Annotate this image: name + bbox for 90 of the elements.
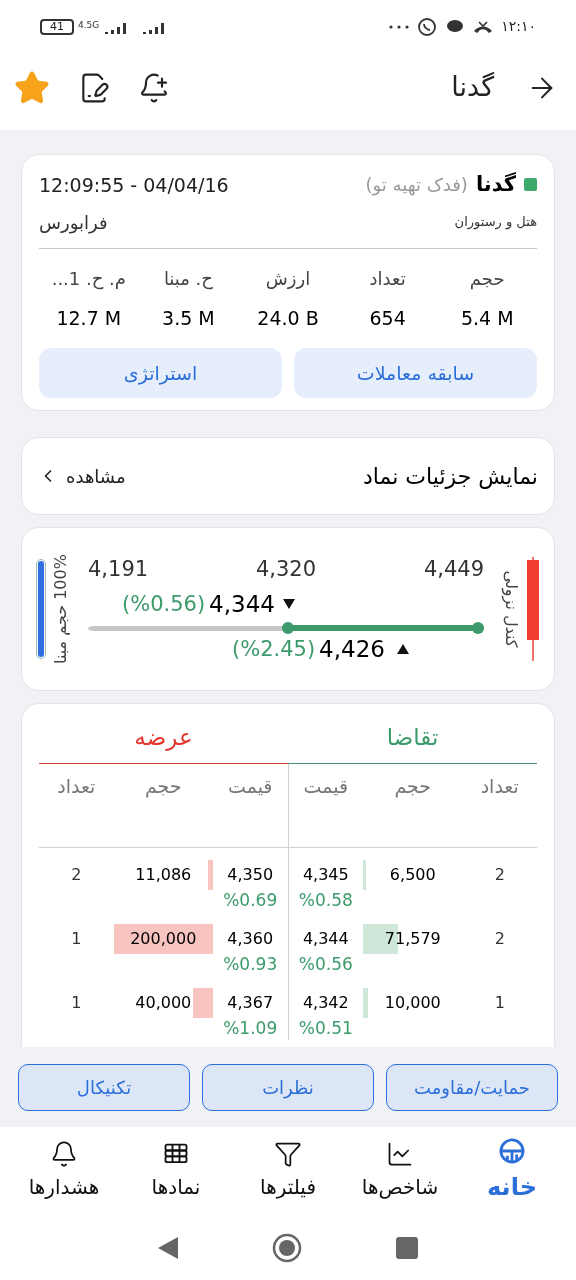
down-triangle-icon [282, 599, 295, 610]
line-chart-icon [386, 1140, 414, 1168]
price-value: 4,345 [302, 863, 349, 886]
column-header: حجم [144, 773, 182, 800]
price-value: 4,344 [302, 927, 349, 950]
volume-value: 6,500 [389, 863, 436, 886]
candle-label: کندل نزولی [500, 570, 522, 648]
last-price: 4,344 [209, 590, 275, 619]
stat-value: 654 [369, 305, 406, 331]
price-value: 4,367 [227, 991, 274, 1014]
price-change: %0.58 [298, 889, 353, 910]
symbol-name: گدنا [475, 171, 516, 198]
home-circle-icon[interactable] [272, 1232, 302, 1263]
high-price: 4,449 [423, 555, 484, 583]
industry-name: هتل و رستوران [454, 213, 537, 232]
back-triangle-icon[interactable] [158, 1236, 178, 1259]
stat-value: 3.5 M [162, 305, 215, 331]
price-value: 4,342 [302, 991, 349, 1014]
bid-title: تقاضا [386, 723, 439, 752]
volume-value: 71,579 [384, 927, 441, 950]
price-change: %0.93 [223, 953, 278, 974]
order-count: 1 [71, 991, 82, 1014]
up-triangle-icon [396, 644, 409, 655]
price-value: 4,360 [227, 927, 274, 950]
stat-label: تعداد [369, 266, 406, 291]
tool-button[interactable]: تکنیکال [18, 1063, 190, 1111]
stat-label: ارزش [265, 266, 311, 291]
volume-value: 11,086 [135, 863, 192, 886]
recents-square-icon[interactable] [396, 1236, 418, 1259]
nav-tab[interactable]: نمادها [120, 1140, 232, 1202]
order-count: 2 [71, 863, 82, 886]
candle-icon [526, 557, 540, 661]
more-icon [389, 24, 410, 29]
action-button[interactable]: استراتژی [39, 348, 282, 398]
close-price-change: (%2.45) [232, 635, 316, 663]
mid-price: 4,320 [255, 555, 317, 583]
order-count: 2 [494, 927, 505, 950]
column-header: قیمت [303, 773, 349, 799]
network-type: 4.5G [78, 18, 100, 32]
company-name: (فدک تهیه تو) [365, 173, 468, 198]
column-header: قیمت [228, 773, 273, 799]
bell-icon [50, 1140, 78, 1168]
volume-value: 10,000 [384, 991, 441, 1014]
stat-value: 12.7 M [56, 305, 122, 331]
price-change: %0.69 [223, 889, 278, 910]
price-value: 4,350 [227, 863, 274, 886]
range-handle [282, 622, 295, 635]
chat-icon [445, 18, 466, 35]
column-header: تعداد [480, 773, 519, 799]
low-price: 4,191 [88, 555, 149, 583]
volume-value: 200,000 [130, 927, 197, 950]
nav-tab[interactable]: خانه [456, 1137, 568, 1205]
action-button[interactable]: سابقه معاملات [294, 348, 537, 398]
close-price: 4,426 [319, 635, 385, 664]
missed-call-icon [473, 20, 494, 33]
stat-label: ح. مبنا [163, 266, 213, 292]
volume-value: 40,000 [135, 991, 192, 1014]
page-title: گدنا [451, 70, 494, 105]
order-count: 1 [71, 927, 82, 950]
nav-tab[interactable]: هشدارها [8, 1140, 120, 1202]
volume-label: 100% حجم مبنا [50, 554, 71, 664]
status-time: ۱۲:۱۰ [501, 17, 536, 36]
gauge-icon [498, 1137, 526, 1165]
tool-button[interactable]: حمایت/مقاومت [386, 1063, 558, 1111]
column-header: تعداد [57, 773, 96, 799]
timestamp: 12:09:55 - 04/04/16 [39, 172, 229, 198]
filter-icon [274, 1140, 302, 1168]
column-header: حجم [394, 773, 432, 800]
stat-label: م. ح. 1... [51, 266, 126, 292]
ask-title: عرضه [134, 723, 193, 753]
whatsapp-icon [417, 16, 438, 37]
order-count: 2 [494, 863, 505, 886]
stat-value: 24.0 B [257, 305, 319, 331]
tool-button[interactable]: نظرات [202, 1063, 374, 1111]
order-count: 1 [494, 991, 505, 1014]
stat-label: حجم [469, 266, 505, 292]
last-price-change: (%0.56) [122, 590, 206, 618]
range-handle [472, 622, 484, 635]
view-link[interactable]: مشاهده [38, 462, 126, 490]
favorite-star-icon[interactable] [14, 69, 50, 106]
market-name: فرابورس [39, 210, 108, 236]
price-change: %0.56 [298, 953, 353, 974]
nav-tab[interactable]: شاخص‌ها [344, 1140, 456, 1202]
stat-value: 5.4 M [460, 305, 514, 331]
nav-tab[interactable]: فیلترها [232, 1140, 344, 1202]
price-change: %1.09 [223, 1017, 278, 1038]
price-change: %0.51 [298, 1017, 353, 1038]
add-alert-icon[interactable] [138, 71, 170, 104]
battery-icon: 41 [40, 18, 74, 35]
details-title: نمایش جزئیات نماد [363, 462, 538, 491]
